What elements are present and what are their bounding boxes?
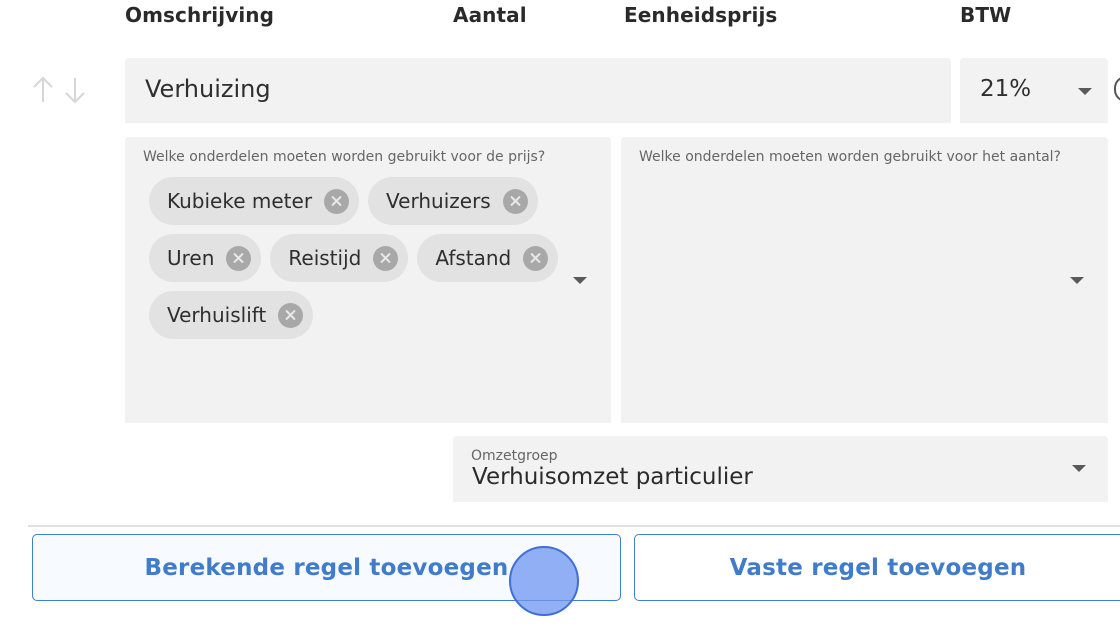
- chevron-down-icon: [1070, 277, 1084, 284]
- divider: [28, 525, 1120, 527]
- chip-reistijd: Reistijd: [270, 234, 409, 282]
- close-circle-icon[interactable]: [324, 188, 350, 214]
- chip-label: Afstand: [435, 246, 512, 270]
- close-circle-icon[interactable]: [523, 245, 549, 271]
- chip-afstand: Afstand: [417, 234, 559, 282]
- vat-value: 21%: [980, 76, 1032, 102]
- revenue-group-select[interactable]: Omzetgroep Verhuisomzet particulier: [453, 436, 1108, 502]
- header-description: Omschrijving: [125, 3, 275, 27]
- chip-label: Verhuizers: [386, 189, 491, 213]
- chip-label: Uren: [167, 246, 215, 270]
- vat-select[interactable]: 21%: [960, 58, 1108, 123]
- revenue-group-value: Verhuisomzet particulier: [472, 464, 753, 490]
- chip-verhuizers: Verhuizers: [368, 177, 538, 225]
- close-circle-icon[interactable]: [278, 302, 304, 328]
- price-components-label: Welke onderdelen moeten worden gebruikt …: [143, 149, 546, 165]
- description-field[interactable]: Verhuizing: [125, 58, 951, 123]
- price-components-select[interactable]: Welke onderdelen moeten worden gebruikt …: [125, 137, 611, 423]
- close-circle-icon[interactable]: [502, 188, 528, 214]
- header-quantity: Aantal: [453, 3, 527, 27]
- header-unit-price: Eenheidsprijs: [624, 3, 778, 27]
- price-chip-list: Kubieke meter Verhuizers Uren Reistijd A…: [149, 177, 569, 339]
- row-action-icon[interactable]: [1114, 76, 1120, 102]
- chip-kubieke-meter: Kubieke meter: [149, 177, 360, 225]
- quantity-components-label: Welke onderdelen moeten worden gebruikt …: [639, 149, 1061, 165]
- revenue-group-label: Omzetgroep: [471, 448, 558, 464]
- reorder-controls: [30, 74, 88, 106]
- chip-label: Kubieke meter: [167, 189, 313, 213]
- click-indicator: [509, 546, 579, 616]
- chip-verhuislift: Verhuislift: [149, 291, 314, 339]
- quantity-components-select[interactable]: Welke onderdelen moeten worden gebruikt …: [621, 137, 1108, 423]
- chevron-down-icon: [1072, 465, 1086, 472]
- header-vat: BTW: [960, 3, 1012, 27]
- chip-label: Reistijd: [288, 246, 362, 270]
- chip-uren: Uren: [149, 234, 262, 282]
- arrow-up-icon[interactable]: [30, 74, 56, 106]
- description-value: Verhuizing: [145, 75, 271, 103]
- arrow-down-icon[interactable]: [62, 74, 88, 106]
- add-fixed-line-button[interactable]: Vaste regel toevoegen: [634, 534, 1120, 601]
- chip-label: Verhuislift: [167, 303, 267, 327]
- chevron-down-icon: [1078, 88, 1092, 95]
- chevron-down-icon: [573, 277, 587, 284]
- close-circle-icon[interactable]: [373, 245, 399, 271]
- close-circle-icon[interactable]: [226, 245, 252, 271]
